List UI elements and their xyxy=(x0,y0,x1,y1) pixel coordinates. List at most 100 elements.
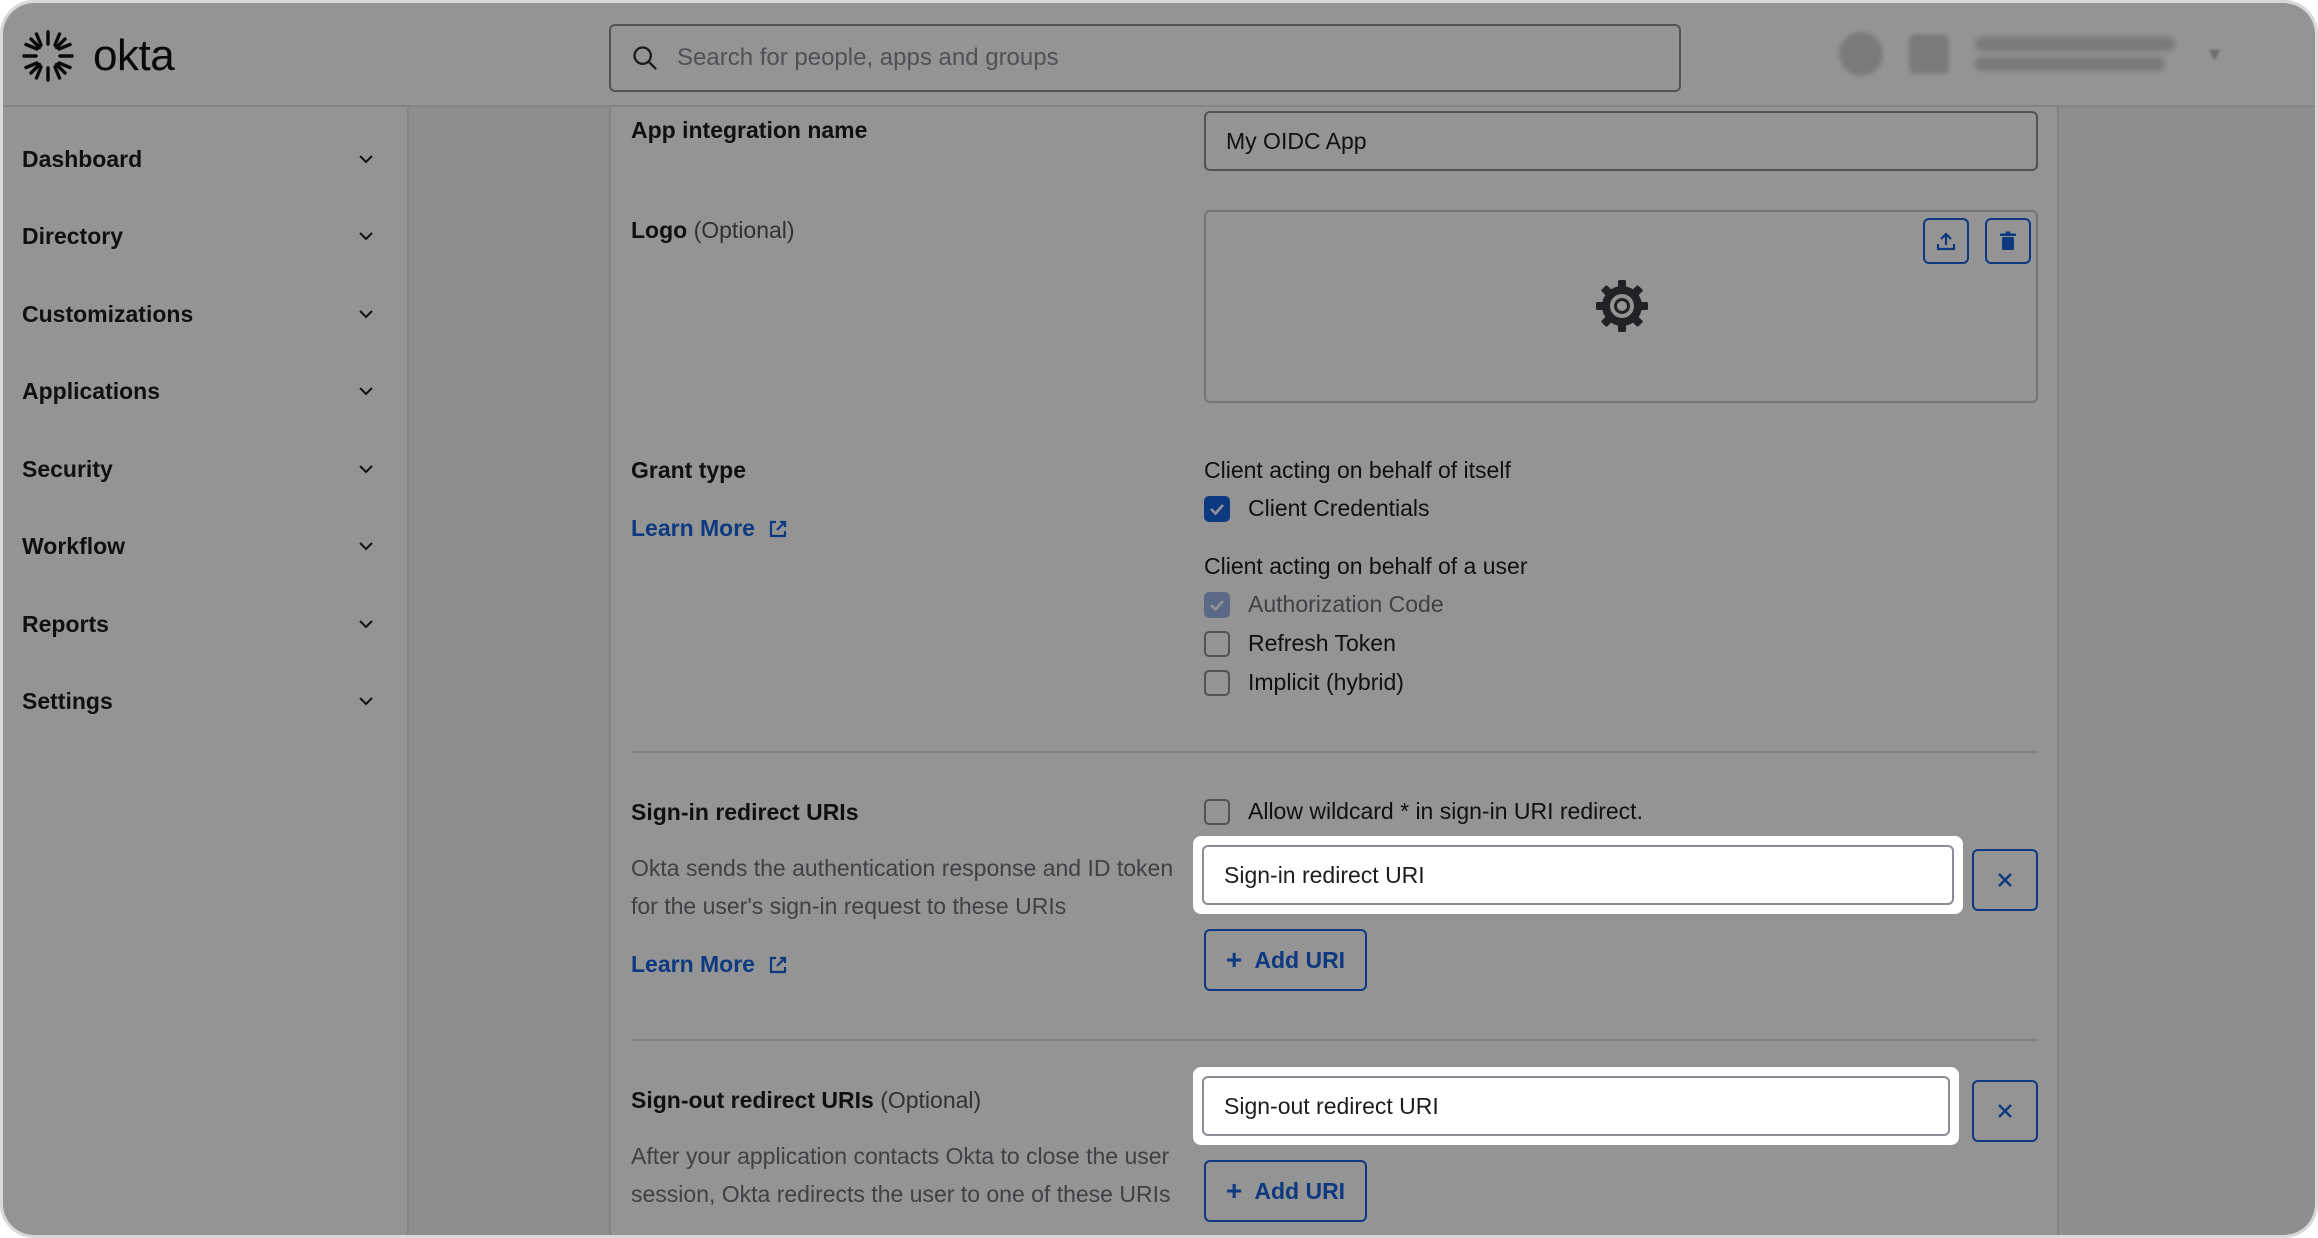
signin-uri-highlight xyxy=(1193,836,1963,914)
help-icon[interactable] xyxy=(1839,32,1883,76)
user-menu[interactable] xyxy=(1975,31,2175,77)
signin-uri-field[interactable] xyxy=(1202,845,1954,905)
implicit-hybrid-checkbox[interactable]: Implicit (hybrid) xyxy=(1204,669,1404,696)
add-uri-label: Add URI xyxy=(1254,946,1346,973)
optional-tag: (Optional) xyxy=(693,217,795,243)
checkbox-label: Authorization Code xyxy=(1248,591,1444,617)
chevron-down-icon xyxy=(359,387,373,396)
app-window: okta ▾ Dashboard Directory xyxy=(0,0,2318,1238)
sidebar-item-label: Reports xyxy=(22,610,109,637)
check-icon xyxy=(1210,503,1224,515)
signout-uris-label-text: Sign-out redirect URIs xyxy=(631,1087,874,1113)
top-right-controls: ▾ xyxy=(1839,31,2220,77)
app-name-input[interactable] xyxy=(1226,127,1996,155)
signin-uri-input[interactable] xyxy=(1224,861,1916,889)
signout-uri-field[interactable] xyxy=(1202,1076,1950,1136)
optional-tag: (Optional) xyxy=(880,1087,982,1113)
sidebar-item-security[interactable]: Security xyxy=(22,442,376,496)
app-name-field[interactable] xyxy=(1204,111,2038,171)
signin-uris-description: Okta sends the authentication response a… xyxy=(631,855,1174,919)
signin-learn-more-link[interactable]: Learn More xyxy=(631,951,789,978)
chevron-down-icon xyxy=(359,542,373,551)
checkbox-checked-disabled xyxy=(1204,591,1230,618)
remove-signin-uri-button[interactable] xyxy=(1972,849,2038,911)
sidebar-item-workflow[interactable]: Workflow xyxy=(22,519,376,573)
section-divider xyxy=(631,1039,2038,1041)
grant-self-heading: Client acting on behalf of itself xyxy=(1204,457,1511,483)
grant-user-heading: Client acting on behalf of a user xyxy=(1204,553,1528,579)
external-link-icon xyxy=(769,520,787,537)
okta-logo[interactable]: okta xyxy=(21,29,175,83)
remove-signout-uri-button[interactable] xyxy=(1972,1080,2038,1142)
client-credentials-checkbox[interactable]: Client Credentials xyxy=(1204,495,1430,522)
chevron-down-icon xyxy=(359,465,373,474)
section-divider xyxy=(631,751,2038,753)
app-name-label: App integration name xyxy=(631,117,868,143)
logo-dropzone[interactable] xyxy=(1204,210,2038,403)
gear-icon xyxy=(1596,280,1648,332)
signout-uri-input[interactable] xyxy=(1224,1092,1912,1120)
checkbox-label: Implicit (hybrid) xyxy=(1248,669,1404,695)
authorization-code-checkbox: Authorization Code xyxy=(1204,591,1444,618)
brand-name: okta xyxy=(93,31,175,80)
external-link-icon xyxy=(769,956,787,973)
chevron-down-icon xyxy=(359,310,373,319)
checkbox-checked[interactable] xyxy=(1204,495,1230,522)
sidebar-item-label: Dashboard xyxy=(22,145,143,172)
chevron-down-icon xyxy=(359,232,373,241)
logo-label: Logo (Optional) xyxy=(631,217,795,244)
upload-icon xyxy=(1936,232,1956,251)
signout-uris-description: After your application contacts Okta to … xyxy=(631,1143,1171,1207)
checkbox-label: Allow wildcard * in sign-in URI redirect… xyxy=(1248,798,1643,824)
checkbox-label: Client Credentials xyxy=(1248,495,1430,521)
refresh-token-checkbox[interactable]: Refresh Token xyxy=(1204,630,1396,657)
okta-sunburst-icon xyxy=(22,30,74,82)
sidebar-item-label: Applications xyxy=(22,377,161,404)
close-icon xyxy=(1998,873,2012,887)
delete-logo-button[interactable] xyxy=(1985,218,2031,264)
upload-logo-button[interactable] xyxy=(1923,218,1969,264)
logo-label-text: Logo xyxy=(631,217,688,243)
add-signout-uri-button[interactable]: + Add URI xyxy=(1204,1160,1368,1222)
allow-wildcard-checkbox[interactable]: Allow wildcard * in sign-in URI redirect… xyxy=(1204,798,1643,825)
sidebar-item-applications[interactable]: Applications xyxy=(22,364,376,418)
sidebar-item-dashboard[interactable]: Dashboard xyxy=(22,132,376,186)
search-icon xyxy=(633,46,657,70)
grant-type-label: Grant type xyxy=(631,457,747,483)
search-input[interactable] xyxy=(677,44,1637,72)
sidebar-item-label: Directory xyxy=(22,222,123,249)
chevron-down-icon xyxy=(359,620,373,629)
plus-icon: + xyxy=(1226,944,1243,975)
sidebar-item-label: Security xyxy=(22,455,113,482)
app-grid-icon[interactable] xyxy=(1909,34,1949,74)
signin-uris-label: Sign-in redirect URIs xyxy=(631,799,859,825)
add-uri-label: Add URI xyxy=(1254,1177,1346,1204)
sidebar-item-label: Settings xyxy=(22,687,113,714)
checkbox-unchecked[interactable] xyxy=(1204,630,1230,657)
top-bar: okta ▾ xyxy=(3,3,2315,107)
sidebar-item-customizations[interactable]: Customizations xyxy=(22,287,376,341)
checkbox-unchecked[interactable] xyxy=(1204,669,1230,696)
chevron-down-icon xyxy=(359,155,373,164)
plus-icon: + xyxy=(1226,1175,1243,1206)
search-bar[interactable] xyxy=(609,24,1681,92)
checkbox-label: Refresh Token xyxy=(1248,630,1396,656)
checkbox-unchecked[interactable] xyxy=(1204,798,1230,825)
check-icon xyxy=(1210,599,1224,611)
signout-uris-label: Sign-out redirect URIs (Optional) xyxy=(631,1087,981,1114)
grant-type-learn-more-link[interactable]: Learn More xyxy=(631,515,789,542)
sidebar-item-directory[interactable]: Directory xyxy=(22,209,376,263)
sidebar-item-label: Workflow xyxy=(22,532,126,559)
sidebar-item-settings[interactable]: Settings xyxy=(22,674,376,728)
add-signin-uri-button[interactable]: + Add URI xyxy=(1204,929,1368,991)
sidebar: Dashboard Directory Customizations Appli… xyxy=(3,107,409,1235)
learn-more-text: Learn More xyxy=(631,951,755,977)
close-icon xyxy=(1998,1104,2012,1118)
chevron-down-icon[interactable]: ▾ xyxy=(2209,41,2220,67)
trash-icon xyxy=(2000,231,2016,250)
chevron-down-icon xyxy=(359,697,373,706)
sidebar-item-reports[interactable]: Reports xyxy=(22,597,376,651)
signout-uri-highlight xyxy=(1193,1067,1959,1145)
sidebar-item-label: Customizations xyxy=(22,300,194,327)
learn-more-text: Learn More xyxy=(631,515,755,541)
